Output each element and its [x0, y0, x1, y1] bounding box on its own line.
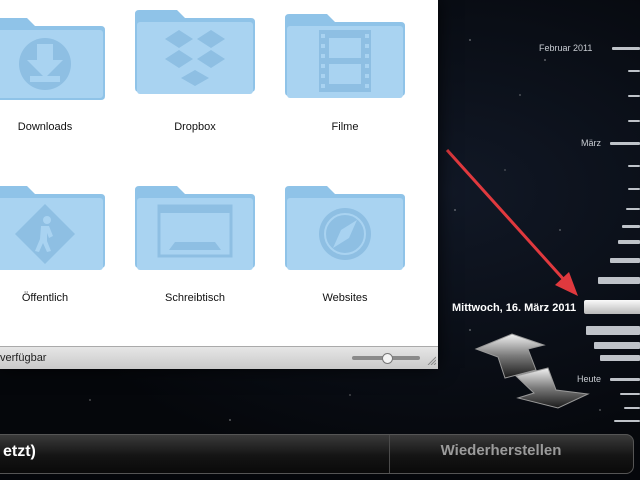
- desktop-folder-icon: [135, 186, 255, 270]
- restore-button[interactable]: Wiederherstellen: [389, 435, 612, 473]
- movies-folder-icon: [285, 14, 405, 98]
- cancel-button[interactable]: etzt): [1, 435, 389, 473]
- item-label: Dropbox: [174, 121, 216, 133]
- finder-window: Downloads Dropbox Filme Öffentlich Schre…: [0, 0, 438, 369]
- restore-button-label: Wiederherstellen: [440, 442, 562, 459]
- slider-knob[interactable]: [382, 353, 393, 364]
- folder-item-schreibtisch[interactable]: Schreibtisch: [120, 172, 270, 312]
- item-label: Schreibtisch: [165, 292, 225, 304]
- time-machine-bottom-bar: etzt) Wiederherstellen: [0, 434, 634, 474]
- public-folder-icon: [0, 186, 105, 270]
- item-label: Websites: [322, 292, 368, 304]
- folder-item-dropbox[interactable]: Dropbox: [120, 0, 270, 140]
- item-label: Filme: [331, 121, 359, 133]
- icon-size-slider[interactable]: [352, 353, 420, 364]
- dropbox-folder-icon: [135, 10, 255, 94]
- folder-item-websites[interactable]: Websites: [270, 172, 420, 312]
- folder-item-filme[interactable]: Filme: [270, 0, 420, 140]
- forward-arrow-icon[interactable]: [514, 367, 590, 409]
- cancel-button-label: etzt): [3, 443, 36, 460]
- folder-item-oeffentlich[interactable]: Öffentlich: [0, 172, 120, 312]
- status-bar: verfügbar: [0, 346, 438, 369]
- annotation-arrow: [445, 148, 578, 296]
- item-label: Downloads: [17, 121, 73, 133]
- sites-folder-icon: [285, 186, 405, 270]
- resize-grip-icon[interactable]: [426, 355, 436, 365]
- item-label: Öffentlich: [21, 292, 69, 304]
- folder-item-downloads[interactable]: Downloads: [0, 0, 120, 140]
- status-text: verfügbar: [0, 352, 47, 364]
- folder-grid: Downloads Dropbox Filme Öffentlich Schre…: [0, 0, 438, 340]
- download-folder-icon: [0, 18, 105, 100]
